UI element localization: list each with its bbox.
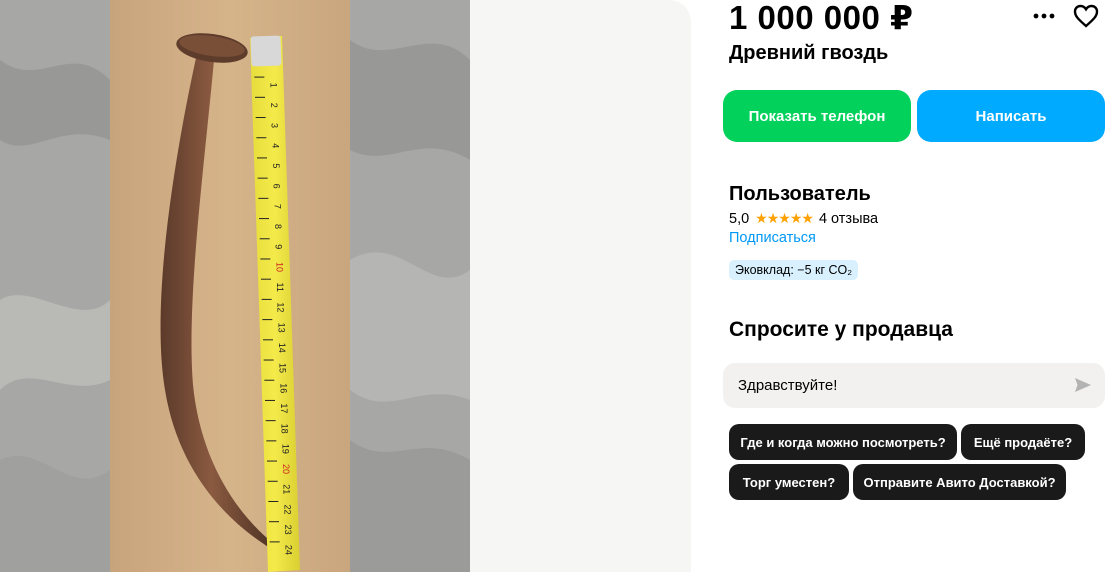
listing-photo[interactable]: 1 2 3 4 5 6 7 8 9 10 11 12 13 14 15 16 17 18 19 20 21 22 23 24 bbox=[0, 0, 470, 572]
rating-stars-icon: ★★★★★ bbox=[755, 210, 814, 226]
tape-number: 10 bbox=[274, 262, 284, 272]
gallery-next-area[interactable] bbox=[470, 0, 691, 572]
tape-number: 1 bbox=[268, 83, 278, 88]
quick-question-chip[interactable]: Торг уместен? bbox=[729, 464, 849, 500]
tape-number: 13 bbox=[276, 323, 286, 333]
eco-badge[interactable]: Эковклад: −5 кг CO₂ bbox=[729, 260, 859, 280]
tape-number: 6 bbox=[272, 184, 282, 189]
tape-number: 9 bbox=[274, 244, 284, 249]
heart-icon[interactable] bbox=[1071, 1, 1101, 31]
send-icon[interactable] bbox=[1068, 372, 1098, 398]
show-phone-button[interactable]: Показать телефон bbox=[723, 90, 911, 142]
tape-number: 18 bbox=[280, 424, 290, 434]
tape-number: 17 bbox=[279, 403, 289, 413]
tape-number: 22 bbox=[282, 504, 292, 514]
tape-number: 21 bbox=[282, 484, 292, 494]
tape-number: 23 bbox=[283, 525, 293, 535]
tape-number: 3 bbox=[270, 123, 280, 128]
tape-number: 11 bbox=[275, 283, 285, 292]
tape-number: 7 bbox=[272, 204, 282, 209]
tape-number: 5 bbox=[271, 163, 281, 168]
quick-question-chip[interactable]: Ещё продаёте? bbox=[961, 424, 1085, 460]
seller-rating[interactable]: 5,0 ★★★★★ 4 отзыва bbox=[729, 210, 878, 227]
reviews-count: 4 отзыва bbox=[818, 210, 879, 227]
write-message-button[interactable]: Написать bbox=[917, 90, 1105, 142]
tape-number: 12 bbox=[276, 302, 286, 312]
tape-number: 16 bbox=[278, 383, 288, 393]
rating-value: 5,0 bbox=[729, 210, 750, 227]
tape-number: 2 bbox=[269, 103, 279, 108]
nail-photo: 123456789101112131415161718192021222324 bbox=[0, 0, 470, 572]
tape-number: 20 bbox=[281, 464, 291, 474]
tape-number: 4 bbox=[270, 143, 280, 148]
seller-name[interactable]: Пользователь bbox=[729, 183, 871, 206]
more-dots-icon[interactable] bbox=[1029, 1, 1059, 31]
tape-number: 8 bbox=[273, 224, 283, 229]
listing-title: Древний гвоздь bbox=[729, 42, 889, 64]
price: 1 000 000 ₽ bbox=[729, 0, 914, 36]
tape-number: 14 bbox=[277, 343, 287, 353]
subscribe-link[interactable]: Подписаться bbox=[729, 230, 816, 246]
ask-seller-title: Спросите у продавца bbox=[729, 318, 953, 341]
tape-number: 24 bbox=[284, 545, 294, 555]
quick-question-chip[interactable]: Где и когда можно посмотреть? bbox=[729, 424, 957, 460]
quick-question-chip[interactable]: Отправите Авито Доставкой? bbox=[853, 464, 1066, 500]
message-input[interactable] bbox=[723, 363, 1105, 408]
tape-number: 15 bbox=[278, 363, 288, 373]
tape-number: 19 bbox=[280, 444, 290, 454]
